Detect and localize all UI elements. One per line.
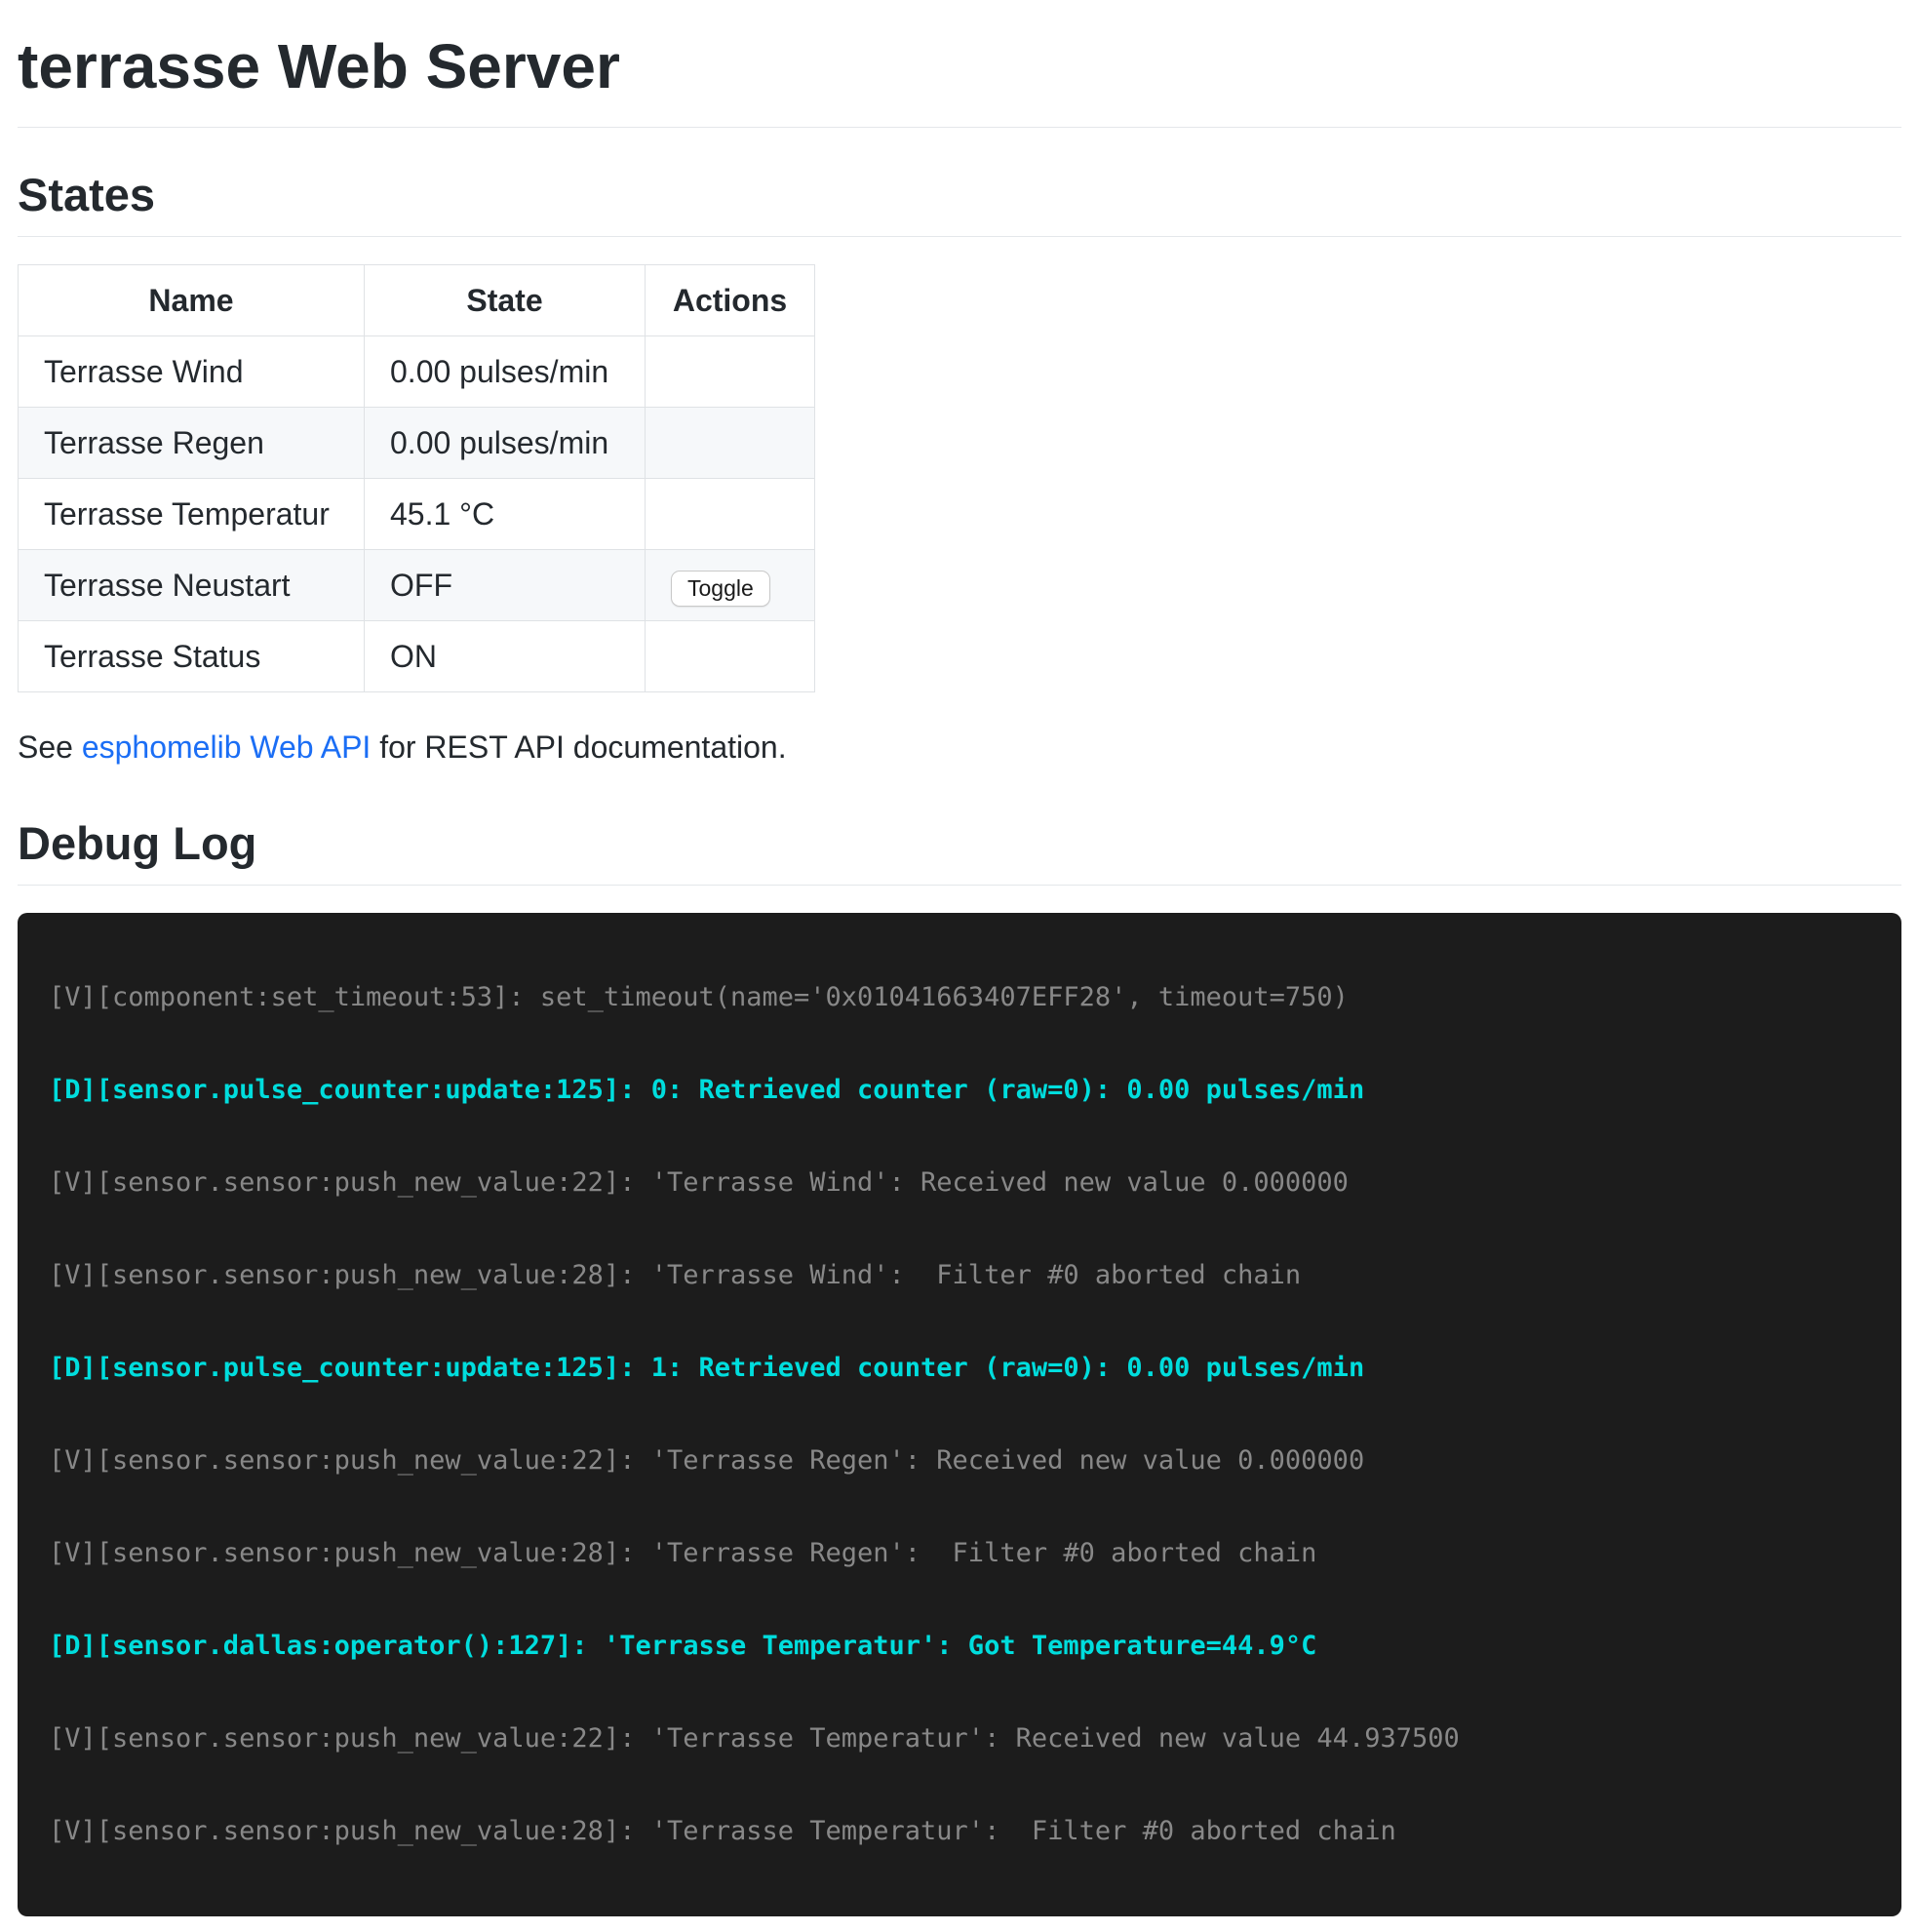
- debug-log-console: [V][component:set_timeout:53]: set_timeo…: [18, 913, 1901, 1916]
- row-state-cell: 45.1 °C: [365, 478, 646, 549]
- log-line: [D][sensor.pulse_counter:update:125]: 0:…: [49, 1072, 1870, 1109]
- states-heading: States: [18, 167, 1901, 237]
- row-actions-cell: [646, 335, 815, 407]
- log-line: [V][sensor.sensor:push_new_value:28]: 'T…: [49, 1535, 1870, 1572]
- web-api-link[interactable]: esphomelib Web API: [82, 729, 371, 765]
- api-note-suffix: for REST API documentation.: [371, 729, 786, 765]
- log-line: [V][sensor.sensor:push_new_value:22]: 'T…: [49, 1164, 1870, 1202]
- log-line: [V][sensor.sensor:push_new_value:28]: 'T…: [49, 1813, 1870, 1850]
- row-name-cell: Terrasse Regen: [19, 407, 365, 478]
- log-line: [D][sensor.dallas:operator():127]: 'Terr…: [49, 1628, 1870, 1665]
- table-row: Terrasse Temperatur 45.1 °C: [19, 478, 815, 549]
- column-header-actions: Actions: [646, 264, 815, 335]
- row-state-cell: 0.00 pulses/min: [365, 407, 646, 478]
- api-note: See esphomelib Web API for REST API docu…: [18, 724, 1901, 770]
- table-row: Terrasse Neustart OFF Toggle: [19, 549, 815, 620]
- row-actions-cell: [646, 407, 815, 478]
- log-line: [V][component:set_timeout:53]: set_timeo…: [49, 979, 1870, 1016]
- row-name-cell: Terrasse Status: [19, 620, 365, 691]
- row-actions-cell: [646, 478, 815, 549]
- toggle-button[interactable]: Toggle: [671, 571, 770, 607]
- table-row: Terrasse Wind 0.00 pulses/min: [19, 335, 815, 407]
- row-state-cell: 0.00 pulses/min: [365, 335, 646, 407]
- api-note-prefix: See: [18, 729, 82, 765]
- row-actions-cell: [646, 620, 815, 691]
- log-line: [V][sensor.sensor:push_new_value:22]: 'T…: [49, 1442, 1870, 1479]
- table-row: Terrasse Regen 0.00 pulses/min: [19, 407, 815, 478]
- log-line: [V][sensor.sensor:push_new_value:22]: 'T…: [49, 1720, 1870, 1757]
- states-table: Name State Actions Terrasse Wind 0.00 pu…: [18, 264, 815, 692]
- log-line: [D][sensor.pulse_counter:update:125]: 1:…: [49, 1350, 1870, 1387]
- row-actions-cell: Toggle: [646, 549, 815, 620]
- row-state-cell: ON: [365, 620, 646, 691]
- row-state-cell: OFF: [365, 549, 646, 620]
- page-container: terrasse Web Server States Name State Ac…: [0, 0, 1919, 1932]
- debug-log-heading: Debug Log: [18, 815, 1901, 886]
- header-row: Name State Actions: [19, 264, 815, 335]
- states-table-head: Name State Actions: [19, 264, 815, 335]
- row-name-cell: Terrasse Temperatur: [19, 478, 365, 549]
- column-header-state: State: [365, 264, 646, 335]
- log-line: [V][sensor.sensor:push_new_value:28]: 'T…: [49, 1257, 1870, 1294]
- table-row: Terrasse Status ON: [19, 620, 815, 691]
- states-table-body: Terrasse Wind 0.00 pulses/min Terrasse R…: [19, 335, 815, 691]
- page-title: terrasse Web Server: [18, 27, 1901, 128]
- column-header-name: Name: [19, 264, 365, 335]
- row-name-cell: Terrasse Wind: [19, 335, 365, 407]
- row-name-cell: Terrasse Neustart: [19, 549, 365, 620]
